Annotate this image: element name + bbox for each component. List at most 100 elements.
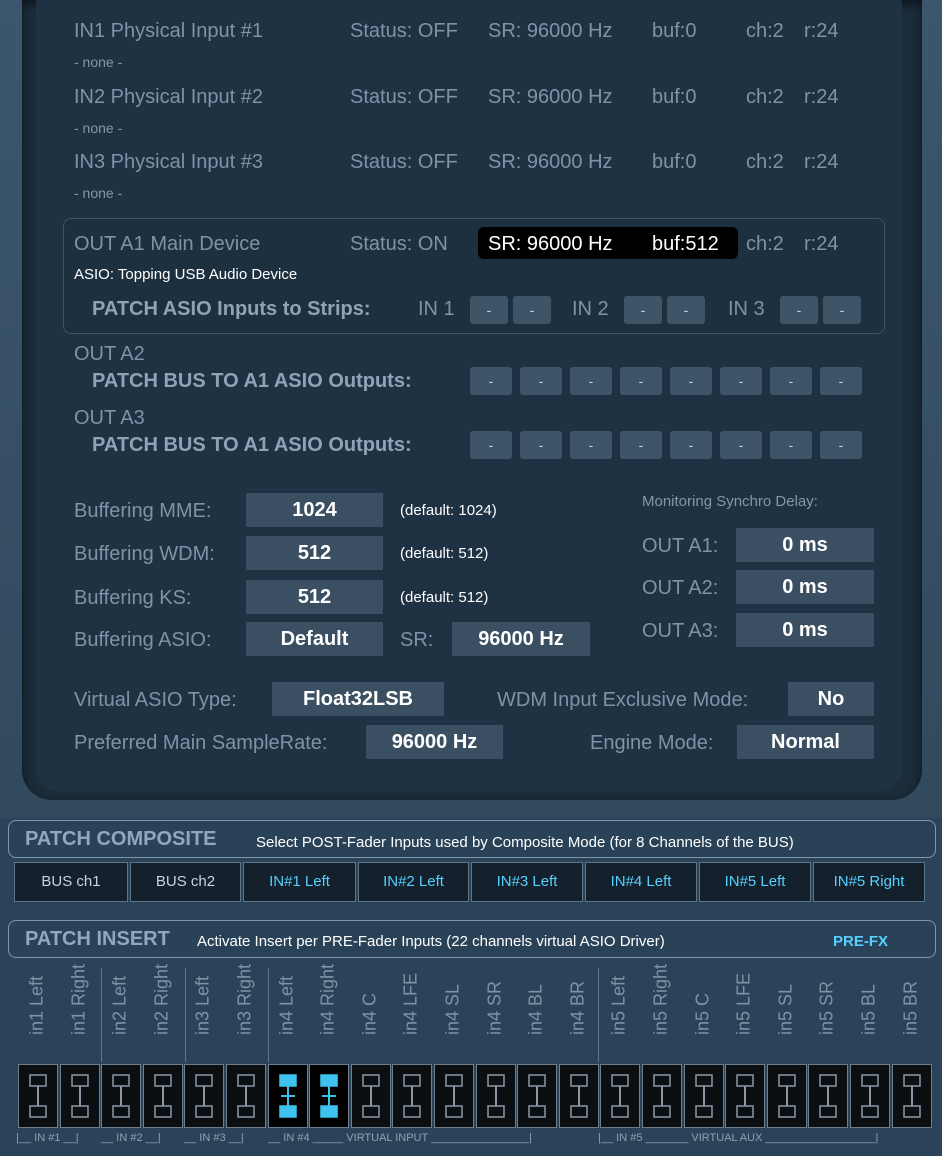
composite-button-2[interactable]: BUS ch2 xyxy=(130,862,241,902)
out-a3-patch-button-2[interactable]: - xyxy=(520,431,562,459)
out-a2-patch-button-5[interactable]: - xyxy=(670,367,712,395)
asio-sr-field[interactable]: 96000 Hz xyxy=(452,622,590,656)
preferred-samplerate-field[interactable]: 96000 Hz xyxy=(366,725,503,759)
insert-channel-label-text: in4 SL xyxy=(442,983,463,1035)
insert-toggle[interactable] xyxy=(725,1064,766,1128)
patch-in2-right-button[interactable]: - xyxy=(667,296,705,324)
patch-in1-right-button[interactable]: - xyxy=(513,296,551,324)
insert-toggle[interactable] xyxy=(392,1064,433,1128)
composite-button-1[interactable]: BUS ch1 xyxy=(14,862,128,902)
insert-channel-label: in1 Right xyxy=(58,962,100,1060)
insert-toggle[interactable] xyxy=(891,1064,932,1128)
insert-channel-label: in3 Left xyxy=(182,962,224,1060)
insert-connector-icon xyxy=(902,1074,921,1118)
pre-fx-toggle[interactable]: PRE-FX xyxy=(833,933,888,950)
insert-toggle[interactable] xyxy=(642,1064,682,1128)
insert-toggle[interactable] xyxy=(142,1064,183,1128)
out-a2-name[interactable]: OUT A2 xyxy=(74,343,145,366)
composite-button-4[interactable]: IN#2 Left xyxy=(358,862,469,902)
group-in5-label: |__ IN #5 _______ VIRTUAL AUX __________… xyxy=(598,1132,879,1144)
insert-toggle[interactable] xyxy=(517,1064,558,1128)
insert-channel-label: in5 SL xyxy=(765,962,807,1060)
insert-connector-icon xyxy=(570,1074,588,1118)
composite-button-7[interactable]: IN#5 Left xyxy=(699,862,811,902)
insert-connector-icon xyxy=(195,1074,214,1118)
wdm-exclusive-field[interactable]: No xyxy=(788,682,874,716)
insert-toggle[interactable] xyxy=(350,1064,391,1128)
insert-connector-icon xyxy=(736,1074,754,1118)
out-a3-patch-button-5[interactable]: - xyxy=(670,431,712,459)
group-virtual-input-text: VIRTUAL INPUT xyxy=(346,1132,429,1144)
out-a3-patch-button-7[interactable]: - xyxy=(770,431,812,459)
insert-connector-icon xyxy=(362,1074,380,1118)
virtual-asio-type-field[interactable]: Float32LSB xyxy=(272,682,444,716)
engine-mode-field[interactable]: Normal xyxy=(737,725,874,759)
monitoring-a2-field[interactable]: 0 ms xyxy=(736,570,874,604)
out-a2-patch-button-7[interactable]: - xyxy=(770,367,812,395)
out-a3-patch-button-6[interactable]: - xyxy=(720,431,762,459)
preferred-samplerate-label: Preferred Main SampleRate: xyxy=(74,732,328,754)
out-a1-name[interactable]: OUT A1 Main Device xyxy=(74,233,260,256)
insert-toggle[interactable] xyxy=(475,1064,516,1128)
out-a3-patch-button-1[interactable]: - xyxy=(470,431,512,459)
in3-status: Status: OFF xyxy=(350,151,458,173)
insert-toggle[interactable] xyxy=(59,1064,100,1128)
insert-toggle[interactable] xyxy=(184,1064,225,1128)
out-a3-patch-button-3[interactable]: - xyxy=(570,431,612,459)
insert-channel-label-text: in4 Right xyxy=(317,963,338,1035)
out-a3-patch-button-4[interactable]: - xyxy=(620,431,662,459)
group-in3-text: IN #3 xyxy=(199,1132,226,1144)
insert-toggle[interactable] xyxy=(808,1064,849,1128)
insert-toggle[interactable] xyxy=(683,1064,724,1128)
insert-toggle[interactable] xyxy=(600,1064,641,1128)
out-a2-patch-button-4[interactable]: - xyxy=(620,367,662,395)
out-a2-patch-button-2[interactable]: - xyxy=(520,367,562,395)
insert-channel-label-text: in4 BL xyxy=(525,983,546,1035)
out-a3-patch-button-8[interactable]: - xyxy=(820,431,862,459)
composite-button-8[interactable]: IN#5 Right xyxy=(813,862,925,902)
patch-in3-right-button[interactable]: - xyxy=(823,296,861,324)
insert-toggle[interactable] xyxy=(18,1064,58,1128)
insert-channel-label-text: in4 C xyxy=(359,992,380,1035)
in2-name: IN2 Physical Input #2 xyxy=(74,86,263,108)
insert-connector-icon xyxy=(445,1074,463,1118)
insert-connector-icon xyxy=(403,1074,422,1118)
monitoring-a1-field[interactable]: 0 ms xyxy=(736,528,874,562)
insert-channel-label: in5 SR xyxy=(806,962,848,1060)
insert-channel-label-text: in3 Right xyxy=(234,963,255,1035)
patch-in3-left-button[interactable]: - xyxy=(780,296,818,324)
insert-toggle-active[interactable] xyxy=(267,1064,308,1128)
buffering-asio-label: Buffering ASIO: xyxy=(74,629,212,651)
insert-connector-icon xyxy=(653,1074,671,1118)
buffering-wdm-field[interactable]: 512 xyxy=(246,536,383,570)
insert-channel-label: in1 Left xyxy=(16,962,58,1060)
insert-toggle[interactable] xyxy=(226,1064,266,1128)
buffering-asio-field[interactable]: Default xyxy=(246,622,383,656)
insert-toggle[interactable] xyxy=(558,1064,599,1128)
insert-toggle[interactable] xyxy=(766,1064,807,1128)
out-a2-patch-button-8[interactable]: - xyxy=(820,367,862,395)
composite-button-6[interactable]: IN#4 Left xyxy=(585,862,697,902)
insert-toggle[interactable] xyxy=(434,1064,474,1128)
insert-toggle[interactable] xyxy=(101,1064,142,1128)
out-a3-name[interactable]: OUT A3 xyxy=(74,407,145,430)
insert-channel-label-text: in4 SR xyxy=(484,980,505,1035)
in1-name: IN1 Physical Input #1 xyxy=(74,20,263,42)
composite-button-3[interactable]: IN#1 Left xyxy=(243,862,356,902)
out-a2-patch-button-6[interactable]: - xyxy=(720,367,762,395)
patch-in2-left-button[interactable]: - xyxy=(624,296,662,324)
insert-channel-label-text: in5 BL xyxy=(858,983,879,1035)
out-a2-patch-button-1[interactable]: - xyxy=(470,367,512,395)
in2-status: Status: OFF xyxy=(350,86,458,108)
buffering-mme-field[interactable]: 1024 xyxy=(246,493,383,527)
monitoring-a3-field[interactable]: 0 ms xyxy=(736,613,874,647)
insert-channel-label-text: in1 Right xyxy=(68,963,89,1035)
out-a2-patch-button-3[interactable]: - xyxy=(570,367,612,395)
composite-button-5[interactable]: IN#3 Left xyxy=(471,862,583,902)
patch-in1-left-button[interactable]: - xyxy=(470,296,508,324)
buffering-ks-label: Buffering KS: xyxy=(74,587,192,609)
insert-channel-label-text: in2 Right xyxy=(151,963,172,1035)
buffering-ks-field[interactable]: 512 xyxy=(246,580,383,614)
insert-toggle-active[interactable] xyxy=(309,1064,350,1128)
insert-toggle[interactable] xyxy=(850,1064,890,1128)
